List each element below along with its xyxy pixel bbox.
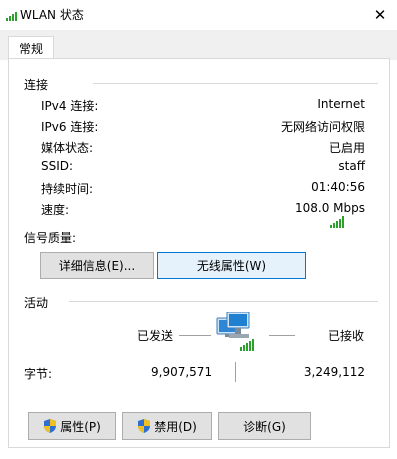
connection-divider [93,83,378,84]
diagnose-button[interactable]: 诊断(G) [218,412,311,440]
details-button[interactable]: 详细信息(E)... [40,252,154,279]
bytes-divider [235,362,236,382]
tab-general[interactable]: 常规 [8,36,54,60]
details-button-label: 详细信息(E)... [58,259,136,273]
uac-shield-icon [44,419,57,433]
ssid-value: staff [338,159,365,173]
bytes-received-value: 3,249,112 [303,365,365,379]
disable-button-label: 禁用(D) [154,419,197,434]
ipv6-label: IPv6 连接: [41,120,99,134]
received-label: 已接收 [328,329,365,343]
bytes-sent-value: 9,907,571 [151,365,213,379]
signal-strength-icon [330,216,344,228]
connection-group-title: 连接 [24,78,49,92]
properties-button-label: 属性(P) [60,419,101,434]
activity-divider [69,301,378,302]
speed-value: 108.0 Mbps [294,201,365,215]
ipv6-value: 无网络访问权限 [280,120,365,134]
ipv4-label: IPv4 连接: [41,99,99,113]
signal-quality-label: 信号质量: [24,231,77,245]
ipv4-value: Internet [317,97,365,111]
tab-general-label: 常规 [18,42,43,56]
close-button[interactable]: ✕ [363,0,397,30]
sent-connector-line [179,335,211,336]
title-bar: WLAN 状态 ✕ [0,0,397,30]
window-title: WLAN 状态 [20,8,84,22]
network-computers-icon [216,312,254,351]
speed-label: 速度: [41,203,70,217]
general-panel: 连接 IPv4 连接: Internet IPv6 连接: 无网络访问权限 媒体… [8,58,390,448]
media-state-value: 已启用 [328,141,365,155]
received-connector-line [269,335,295,336]
wireless-properties-button-label: 无线属性(W) [196,259,267,273]
wlan-signal-icon [6,12,17,21]
diagnose-button-label: 诊断(G) [243,419,286,434]
activity-group-title: 活动 [24,296,49,310]
duration-value: 01:40:56 [311,180,365,194]
disable-button[interactable]: 禁用(D) [122,412,212,440]
properties-button[interactable]: 属性(P) [28,412,116,440]
uac-shield-icon [138,419,151,433]
close-icon: ✕ [373,6,387,24]
ssid-label: SSID: [41,159,74,173]
wireless-properties-button[interactable]: 无线属性(W) [157,252,306,279]
bytes-label: 字节: [24,367,53,381]
media-state-label: 媒体状态: [41,141,94,155]
duration-label: 持续时间: [41,182,94,196]
tab-strip: 常规 [0,30,397,60]
sent-label: 已发送 [137,329,174,343]
